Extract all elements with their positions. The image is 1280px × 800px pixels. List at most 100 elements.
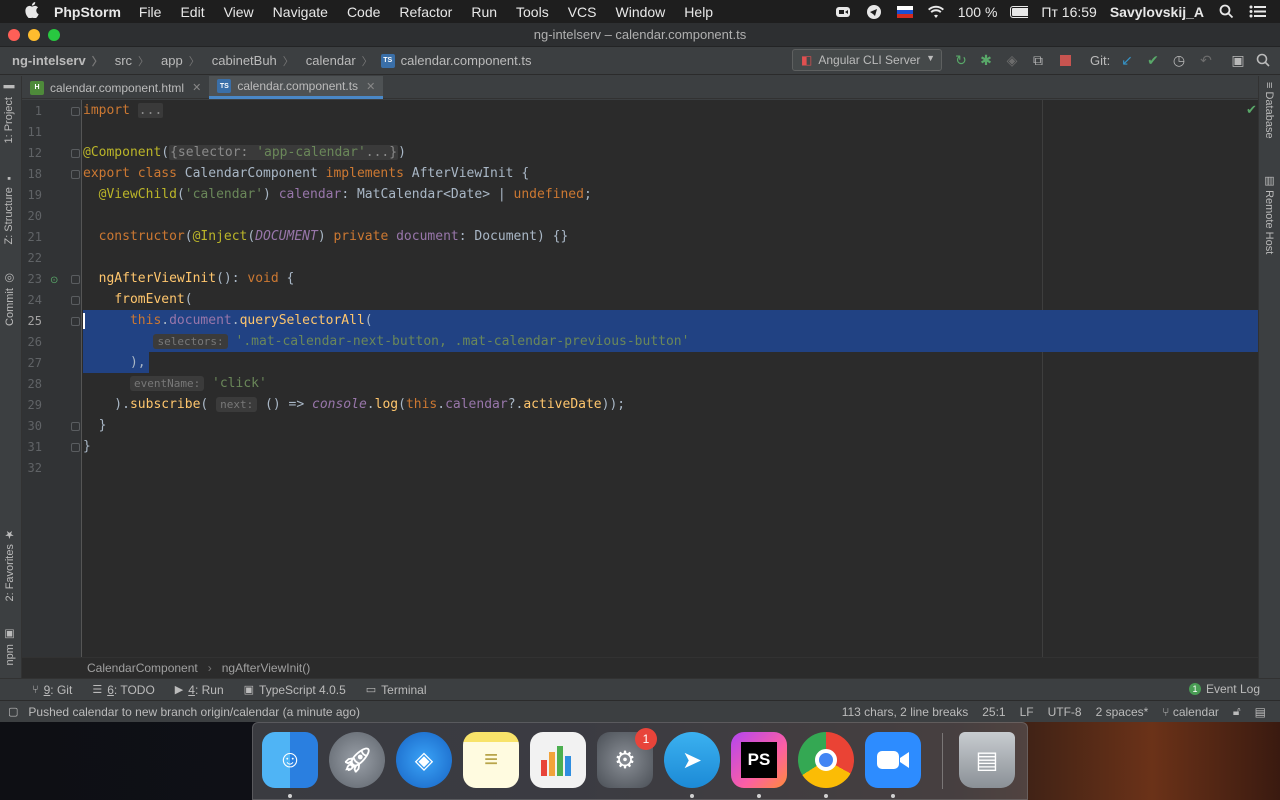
- status-message[interactable]: Pushed calendar to new branch origin/cal…: [28, 705, 360, 719]
- battery-icon[interactable]: [1010, 4, 1029, 20]
- debug-icon[interactable]: ✱: [977, 51, 995, 69]
- profile-icon[interactable]: ⧉: [1029, 51, 1047, 69]
- structure-icon: ▪: [3, 172, 15, 184]
- menu-view[interactable]: View: [224, 4, 254, 20]
- trash-icon[interactable]: ▤: [959, 732, 1015, 788]
- fold-marker[interactable]: [71, 107, 80, 116]
- numbers-icon[interactable]: [530, 732, 586, 788]
- line-number: 1: [34, 104, 42, 118]
- breadcrumb-app[interactable]: app 〉: [161, 53, 200, 69]
- line-number: 31: [27, 440, 42, 454]
- notes-icon[interactable]: ≡: [463, 732, 519, 788]
- tool-todo[interactable]: ☰ 6: TODO: [92, 683, 154, 697]
- notification-center-icon[interactable]: [1248, 4, 1266, 20]
- run-configuration-select[interactable]: ◧ Angular CLI Server ▼: [792, 49, 942, 71]
- tool-run[interactable]: ▶ 4: Run: [175, 683, 224, 697]
- tool-npm[interactable]: npm ▣: [3, 628, 16, 665]
- tool-windows-toggle-icon[interactable]: ▢: [8, 705, 18, 718]
- input-language-flag-icon[interactable]: [896, 4, 914, 20]
- launchpad-icon[interactable]: 🚀︎: [329, 732, 385, 788]
- app-menu-phpstorm[interactable]: PhpStorm: [54, 4, 121, 20]
- tool-event-log[interactable]: 1 Event Log: [1188, 682, 1260, 696]
- tool-project[interactable]: 1: Project ▬: [3, 82, 15, 144]
- breadcrumb-file[interactable]: TS calendar.component.ts: [380, 53, 531, 68]
- coverage-icon[interactable]: ◈: [1003, 51, 1021, 69]
- menu-edit[interactable]: Edit: [180, 4, 204, 20]
- finder-icon[interactable]: ☺: [262, 732, 318, 788]
- window-title: ng-intelserv – calendar.component.ts: [533, 27, 747, 42]
- tool-typescript[interactable]: ▣ TypeScript 4.0.5: [244, 683, 346, 697]
- code-line: export class CalendarComponent implement…: [83, 166, 530, 181]
- file-encoding[interactable]: UTF-8: [1048, 705, 1082, 719]
- implements-method-icon[interactable]: ⊙: [50, 275, 58, 286]
- chevron-right-icon: 〉: [138, 55, 150, 68]
- breadcrumb-class[interactable]: CalendarComponent: [87, 661, 198, 675]
- breadcrumb-src[interactable]: src 〉: [115, 53, 149, 69]
- chrome-icon[interactable]: [798, 732, 854, 788]
- chevron-right-icon: 〉: [91, 55, 103, 68]
- indent-setting[interactable]: 2 spaces*: [1096, 705, 1149, 719]
- typescript-icon: ▣: [243, 684, 255, 696]
- git-update-icon[interactable]: ↙: [1118, 51, 1136, 69]
- menu-tools[interactable]: Tools: [516, 4, 549, 20]
- wifi-icon[interactable]: [927, 4, 945, 20]
- phpstorm-icon[interactable]: PS: [731, 732, 787, 788]
- line-number: 19: [27, 188, 42, 202]
- menu-window[interactable]: Window: [616, 4, 666, 20]
- code-editor[interactable]: 1 11 12 18 19 20 21 22 23 24 25 26 27 28…: [22, 100, 1258, 657]
- rerun-icon[interactable]: ↻: [952, 51, 970, 69]
- breadcrumb-calendar[interactable]: calendar 〉: [306, 53, 373, 69]
- menu-navigate[interactable]: Navigate: [273, 4, 328, 20]
- safari-icon[interactable]: ◈: [396, 732, 452, 788]
- git-commit-icon[interactable]: ✔: [1144, 51, 1162, 69]
- tool-commit[interactable]: Commit ◎: [3, 272, 16, 326]
- breadcrumb-cabinetbuh[interactable]: cabinetBuh 〉: [212, 53, 294, 69]
- apple-icon[interactable]: [20, 1, 44, 22]
- telegram-status-icon[interactable]: [865, 4, 883, 20]
- user-name[interactable]: Savylovskij_A: [1110, 4, 1204, 20]
- git-branch-widget[interactable]: ⑂ calendar: [1162, 705, 1219, 719]
- tool-terminal[interactable]: ▭ Terminal: [366, 683, 427, 697]
- fold-marker[interactable]: [71, 149, 80, 158]
- caret-position[interactable]: 25:1: [982, 705, 1005, 719]
- tab-calendar-component-html[interactable]: H calendar.component.html ✕: [22, 76, 209, 99]
- zoom-status-icon[interactable]: [834, 4, 852, 20]
- fold-marker[interactable]: [71, 170, 80, 179]
- git-rollback-icon[interactable]: ↶: [1197, 51, 1215, 69]
- clock[interactable]: Пт 16:59: [1041, 4, 1096, 20]
- tool-structure[interactable]: Z: Structure ▪: [3, 172, 15, 245]
- tool-remote-host[interactable]: ▥ Remote Host: [1263, 174, 1276, 254]
- fold-marker[interactable]: [71, 275, 80, 284]
- breadcrumb-method[interactable]: ngAfterViewInit(): [222, 661, 310, 675]
- memory-indicator-icon[interactable]: ▤: [1255, 705, 1266, 719]
- lock-icon[interactable]: 🔓︎: [1233, 704, 1241, 719]
- fold-marker[interactable]: [71, 443, 80, 452]
- menu-refactor[interactable]: Refactor: [399, 4, 452, 20]
- fold-marker[interactable]: [71, 422, 80, 431]
- menu-run[interactable]: Run: [471, 4, 497, 20]
- tool-git[interactable]: ⑂ 9: Git: [32, 683, 72, 697]
- telegram-icon[interactable]: ➤: [664, 732, 720, 788]
- search-everywhere-icon[interactable]: [1254, 51, 1272, 69]
- close-icon[interactable]: ✕: [192, 81, 201, 94]
- fold-marker[interactable]: [71, 296, 80, 305]
- line-separator[interactable]: LF: [1020, 705, 1034, 719]
- navigation-bar: ng-intelserv 〉 src 〉 app 〉 cabinetBuh 〉 cale…: [0, 47, 1280, 75]
- tool-favorites[interactable]: 2: Favorites ★: [3, 528, 16, 602]
- stop-icon[interactable]: [1056, 51, 1074, 69]
- close-icon[interactable]: ✕: [366, 80, 375, 93]
- presentation-mode-icon[interactable]: ▣: [1229, 51, 1247, 69]
- menu-help[interactable]: Help: [684, 4, 713, 20]
- menu-file[interactable]: File: [139, 4, 162, 20]
- git-history-icon[interactable]: ◷: [1170, 51, 1188, 69]
- code-line: ngAfterViewInit(): void {: [98, 271, 295, 286]
- spotlight-search-icon[interactable]: [1217, 4, 1235, 20]
- tab-calendar-component-ts[interactable]: TS calendar.component.ts ✕: [209, 76, 384, 99]
- menu-vcs[interactable]: VCS: [568, 4, 597, 20]
- breadcrumb-project[interactable]: ng-intelserv 〉: [12, 53, 103, 69]
- code-line: import ...: [83, 103, 164, 118]
- zoom-icon[interactable]: [865, 732, 921, 788]
- fold-marker[interactable]: [71, 317, 80, 326]
- menu-code[interactable]: Code: [347, 4, 380, 20]
- tool-database[interactable]: ≡ Database: [1263, 82, 1275, 139]
